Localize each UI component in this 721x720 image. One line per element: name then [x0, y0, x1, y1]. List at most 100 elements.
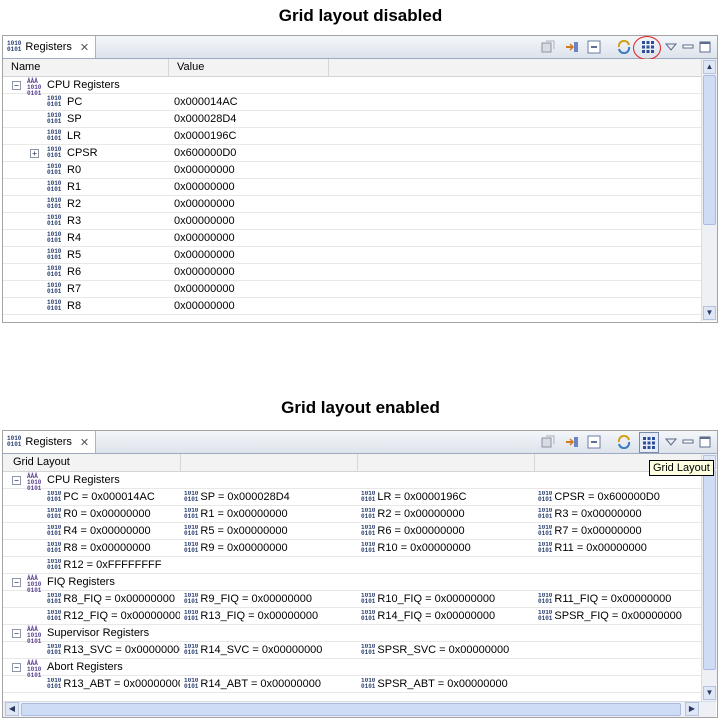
show-type-icon[interactable] [564, 39, 580, 55]
group-row[interactable]: − ÅÅÅ 1010 0101 CPU Registers [3, 77, 701, 97]
collapse-icon[interactable]: − [12, 578, 21, 587]
register-row[interactable]: 1010 0101 R3 0x00000000 [3, 213, 701, 230]
register-cell[interactable]: 1010 0101 R7 = 0x00000000 [538, 525, 642, 537]
collapse-icon[interactable]: − [12, 629, 21, 638]
show-type-icon[interactable] [564, 434, 580, 450]
register-cell[interactable]: 1010 0101 R4 = 0x00000000 [47, 525, 151, 537]
register-row[interactable]: +1010 0101 CPSR 0x600000D0 [3, 145, 701, 162]
register-cell[interactable]: 1010 0101 R10_FIQ = 0x00000000 [361, 593, 495, 605]
layout-icon[interactable] [540, 39, 556, 55]
register-value[interactable]: 0x00000000 [174, 181, 235, 193]
register-cell[interactable]: 1010 0101 R14_FIQ = 0x00000000 [361, 610, 495, 622]
register-value[interactable]: 0x000028D4 [174, 113, 236, 125]
column-name[interactable]: Name [3, 59, 169, 76]
column-value[interactable]: Value [169, 59, 329, 76]
register-cell[interactable]: 1010 0101 R12_FIQ = 0x00000000 [47, 610, 180, 622]
vertical-scrollbar[interactable]: ▲ ▼ [701, 59, 717, 321]
register-cell[interactable]: 1010 0101 SPSR_ABT = 0x00000000 [361, 678, 508, 690]
close-icon[interactable]: ✕ [80, 41, 89, 54]
close-icon[interactable]: ✕ [80, 436, 89, 449]
horizontal-scrollbar[interactable]: ◀ ▶ [3, 701, 716, 717]
register-cell[interactable]: 1010 0101 R14_ABT = 0x00000000 [184, 678, 321, 690]
register-value[interactable]: 0x000014AC [174, 96, 238, 108]
register-cell[interactable]: 1010 0101 R9 = 0x00000000 [184, 542, 288, 554]
register-row[interactable]: 1010 0101 R7 0x00000000 [3, 281, 701, 298]
register-row[interactable]: 1010 0101 R0 0x00000000 [3, 162, 701, 179]
register-row[interactable]: 1010 0101 R1 0x00000000 [3, 179, 701, 196]
register-row[interactable]: 1010 0101 R5 0x00000000 [3, 247, 701, 264]
maximize-icon[interactable] [697, 434, 713, 450]
group-row[interactable]: − ÅÅÅ 1010 0101 Supervisor Registers [3, 625, 701, 645]
group-row[interactable]: − ÅÅÅ 1010 0101 Abort Registers [3, 659, 701, 679]
register-cell[interactable]: 1010 0101 LR = 0x0000196C [361, 491, 466, 503]
refresh-icon[interactable] [616, 39, 632, 55]
minimize-icon[interactable] [680, 434, 696, 450]
register-cell[interactable]: 1010 0101 R14_SVC = 0x00000000 [184, 644, 322, 656]
register-row[interactable]: 1010 0101 LR 0x0000196C [3, 128, 701, 145]
expand-icon[interactable]: + [30, 149, 39, 158]
scroll-down-icon[interactable]: ▼ [703, 686, 716, 700]
registers-tab[interactable]: 1010 0101 Registers ✕ [3, 36, 97, 58]
collapse-all-icon[interactable] [586, 434, 602, 450]
register-value[interactable]: 0x00000000 [174, 300, 235, 312]
register-cell[interactable]: 1010 0101 R10 = 0x00000000 [361, 542, 471, 554]
group-row[interactable]: − ÅÅÅ 1010 0101 CPU Registers [3, 472, 701, 492]
register-row[interactable]: 1010 0101 SP 0x000028D4 [3, 111, 701, 128]
collapse-icon[interactable]: − [12, 81, 21, 90]
register-value[interactable]: 0x00000000 [174, 266, 235, 278]
register-value[interactable]: 0x00000000 [174, 232, 235, 244]
register-cell[interactable]: 1010 0101 R2 = 0x00000000 [361, 508, 465, 520]
scroll-right-icon[interactable]: ▶ [685, 702, 699, 716]
grid-layout-icon[interactable] [639, 432, 659, 453]
register-cell[interactable]: 1010 0101 R13_FIQ = 0x00000000 [184, 610, 318, 622]
register-cell[interactable]: 1010 0101 R6 = 0x00000000 [361, 525, 465, 537]
register-cell[interactable]: 1010 0101 SP = 0x000028D4 [184, 491, 290, 503]
registers-tab[interactable]: 1010 0101 Registers ✕ [3, 431, 97, 453]
layout-icon[interactable] [540, 434, 556, 450]
group-row[interactable]: − ÅÅÅ 1010 0101 FIQ Registers [3, 574, 701, 594]
register-value[interactable]: 0x00000000 [174, 283, 235, 295]
refresh-icon[interactable] [616, 434, 632, 450]
collapse-icon[interactable]: − [12, 663, 21, 672]
register-value[interactable]: 0x0000196C [174, 130, 236, 142]
register-cell[interactable]: 1010 0101 R11_FIQ = 0x00000000 [538, 593, 671, 605]
register-cell[interactable]: 1010 0101 SPSR_FIQ = 0x00000000 [538, 610, 682, 622]
register-cell[interactable]: 1010 0101 R5 = 0x00000000 [184, 525, 288, 537]
register-cell[interactable]: 1010 0101 R0 = 0x00000000 [47, 508, 151, 520]
maximize-icon[interactable] [697, 39, 713, 55]
view-menu-icon[interactable] [663, 39, 679, 55]
scroll-down-icon[interactable]: ▼ [703, 306, 716, 320]
scroll-left-icon[interactable]: ◀ [5, 702, 19, 716]
scroll-thumb[interactable] [703, 470, 716, 670]
register-row[interactable]: 1010 0101 R2 0x00000000 [3, 196, 701, 213]
vertical-scrollbar[interactable]: ▲ ▼ [701, 454, 717, 701]
register-value[interactable]: 0x00000000 [174, 215, 235, 227]
register-row[interactable]: 1010 0101 R8 0x00000000 [3, 298, 701, 315]
register-cell[interactable]: 1010 0101 R3 = 0x00000000 [538, 508, 642, 520]
register-cell[interactable]: 1010 0101 R11 = 0x00000000 [538, 542, 647, 554]
view-menu-icon[interactable] [663, 434, 679, 450]
register-value[interactable]: 0x00000000 [174, 164, 235, 176]
register-row[interactable]: 1010 0101 R6 0x00000000 [3, 264, 701, 281]
register-row[interactable]: 1010 0101 R4 0x00000000 [3, 230, 701, 247]
register-cell[interactable]: 1010 0101 R8 = 0x00000000 [47, 542, 151, 554]
collapse-icon[interactable]: − [12, 476, 21, 485]
register-value[interactable]: 0x600000D0 [174, 147, 236, 159]
register-cell[interactable]: 1010 0101 CPSR = 0x600000D0 [538, 491, 660, 503]
register-cell[interactable]: 1010 0101 R13_SVC = 0x00000000 [47, 644, 180, 656]
register-cell[interactable]: 1010 0101 PC = 0x000014AC [47, 491, 155, 503]
register-cell[interactable]: 1010 0101 R8_FIQ = 0x00000000 [47, 593, 175, 605]
register-cell[interactable]: 1010 0101 R13_ABT = 0x00000000 [47, 678, 180, 690]
register-value[interactable]: 0x00000000 [174, 249, 235, 261]
register-cell[interactable]: 1010 0101 SPSR_SVC = 0x00000000 [361, 644, 509, 656]
register-cell[interactable]: 1010 0101 R1 = 0x00000000 [184, 508, 288, 520]
scroll-up-icon[interactable]: ▲ [703, 60, 716, 74]
register-cell[interactable]: 1010 0101 R12 = 0xFFFFFFFF [47, 559, 162, 571]
register-cell[interactable]: 1010 0101 R9_FIQ = 0x00000000 [184, 593, 312, 605]
register-row[interactable]: 1010 0101 PC 0x000014AC [3, 94, 701, 111]
collapse-all-icon[interactable] [586, 39, 602, 55]
scroll-thumb[interactable] [703, 75, 716, 225]
register-value[interactable]: 0x00000000 [174, 198, 235, 210]
minimize-icon[interactable] [680, 39, 696, 55]
scroll-thumb-horizontal[interactable] [21, 703, 681, 716]
